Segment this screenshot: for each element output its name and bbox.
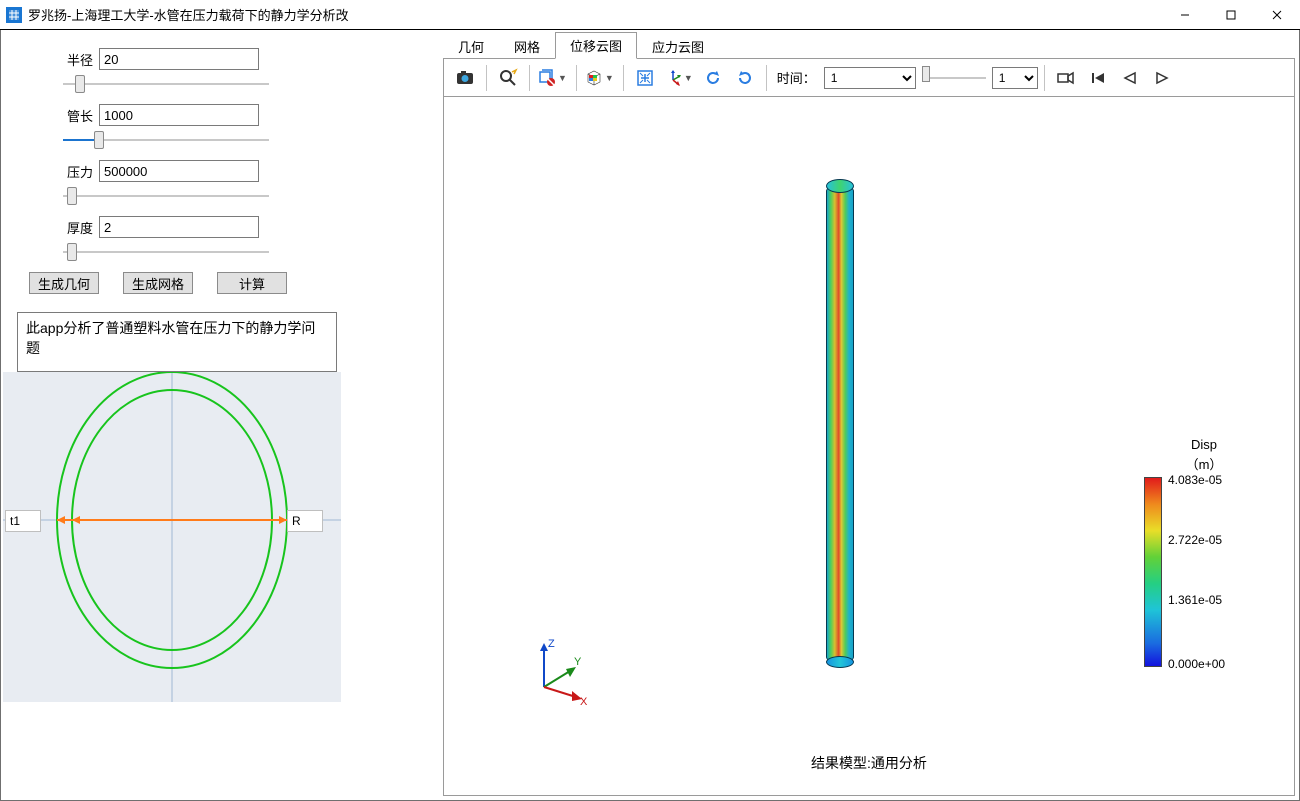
length-label: 管长 bbox=[51, 106, 99, 125]
generate-geometry-button[interactable]: 生成几何 bbox=[29, 272, 99, 294]
step-select[interactable]: 1 bbox=[992, 67, 1038, 89]
tab-geometry[interactable]: 几何 bbox=[443, 33, 499, 59]
legend-bar bbox=[1144, 477, 1162, 667]
app-icon bbox=[6, 7, 22, 23]
render-style-dropdown[interactable]: ▼ bbox=[583, 64, 617, 92]
tab-stress[interactable]: 应力云图 bbox=[637, 33, 719, 59]
radius-input[interactable] bbox=[99, 48, 259, 70]
time-slider[interactable] bbox=[922, 77, 986, 79]
time-select[interactable]: 1 bbox=[824, 67, 916, 89]
viewport-3d[interactable]: Z Y X 结果模型:通用分析 Disp （m） 4.083e-05 2.722… bbox=[443, 97, 1295, 796]
legend-tick-1: 2.722e-05 bbox=[1168, 533, 1222, 547]
geom-label-t1: t1 bbox=[5, 510, 41, 532]
compute-button[interactable]: 计算 bbox=[217, 272, 287, 294]
window-controls bbox=[1162, 0, 1300, 29]
generate-mesh-button[interactable]: 生成网格 bbox=[123, 272, 193, 294]
main-content: 半径 管长 压力 厚度 生成几何 生成网格 计算 bbox=[0, 30, 1300, 801]
color-legend: Disp （m） 4.083e-05 2.722e-05 1.361e-05 0… bbox=[1144, 437, 1264, 477]
play-forward-icon[interactable] bbox=[1147, 64, 1177, 92]
results-panel: 几何 网格 位移云图 应力云图 ▼ bbox=[439, 30, 1299, 800]
pressure-input[interactable] bbox=[99, 160, 259, 182]
zoom-icon[interactable] bbox=[493, 64, 523, 92]
fit-view-icon[interactable] bbox=[630, 64, 660, 92]
time-label: 时间： bbox=[777, 68, 816, 87]
legend-tick-0: 4.083e-05 bbox=[1168, 473, 1222, 487]
legend-unit: （m） bbox=[1144, 454, 1264, 473]
pressure-slider[interactable] bbox=[63, 195, 269, 197]
axis-triad: Z Y X bbox=[526, 635, 596, 705]
title-bar: 罗兆扬-上海理工大学-水管在压力载荷下的静力学分析改 bbox=[0, 0, 1300, 30]
geom-label-r: R bbox=[287, 510, 323, 532]
axis-x-label: X bbox=[580, 696, 588, 705]
legend-tick-2: 1.361e-05 bbox=[1168, 593, 1222, 607]
length-slider[interactable] bbox=[63, 139, 269, 141]
maximize-button[interactable] bbox=[1208, 0, 1254, 29]
parameters-panel: 半径 管长 压力 厚度 生成几何 生成网格 计算 bbox=[1, 30, 439, 800]
visibility-dropdown[interactable]: ▼ bbox=[536, 64, 570, 92]
result-tabs: 几何 网格 位移云图 应力云图 bbox=[439, 36, 1299, 58]
result-caption: 结果模型:通用分析 bbox=[444, 753, 1294, 773]
minimize-button[interactable] bbox=[1162, 0, 1208, 29]
legend-tick-3: 0.000e+00 bbox=[1168, 657, 1225, 671]
screenshot-icon[interactable] bbox=[450, 64, 480, 92]
play-back-icon[interactable] bbox=[1115, 64, 1145, 92]
thickness-input[interactable] bbox=[99, 216, 259, 238]
thickness-slider[interactable] bbox=[63, 251, 269, 253]
viewport-toolbar: ▼ ▼ bbox=[443, 59, 1295, 97]
pressure-label: 压力 bbox=[51, 162, 99, 181]
orientation-dropdown[interactable]: ▼ bbox=[662, 64, 696, 92]
radius-label: 半径 bbox=[51, 50, 99, 69]
close-button[interactable] bbox=[1254, 0, 1300, 29]
axis-z-label: Z bbox=[548, 638, 555, 650]
thickness-label: 厚度 bbox=[51, 218, 99, 237]
rotate-cw-icon[interactable] bbox=[730, 64, 760, 92]
skip-start-icon[interactable] bbox=[1083, 64, 1113, 92]
window-title: 罗兆扬-上海理工大学-水管在压力载荷下的静力学分析改 bbox=[28, 5, 1162, 24]
geometry-preview[interactable]: t1 R bbox=[3, 372, 341, 702]
radius-slider[interactable] bbox=[63, 83, 269, 85]
pipe-model bbox=[826, 185, 854, 663]
info-text: 此app分析了普通塑料水管在压力下的静力学问题 bbox=[17, 312, 337, 372]
tab-displacement[interactable]: 位移云图 bbox=[555, 32, 637, 59]
record-icon[interactable] bbox=[1051, 64, 1081, 92]
length-input[interactable] bbox=[99, 104, 259, 126]
tab-mesh[interactable]: 网格 bbox=[499, 33, 555, 59]
rotate-ccw-icon[interactable] bbox=[698, 64, 728, 92]
axis-y-label: Y bbox=[574, 656, 582, 668]
legend-title: Disp bbox=[1144, 437, 1264, 452]
